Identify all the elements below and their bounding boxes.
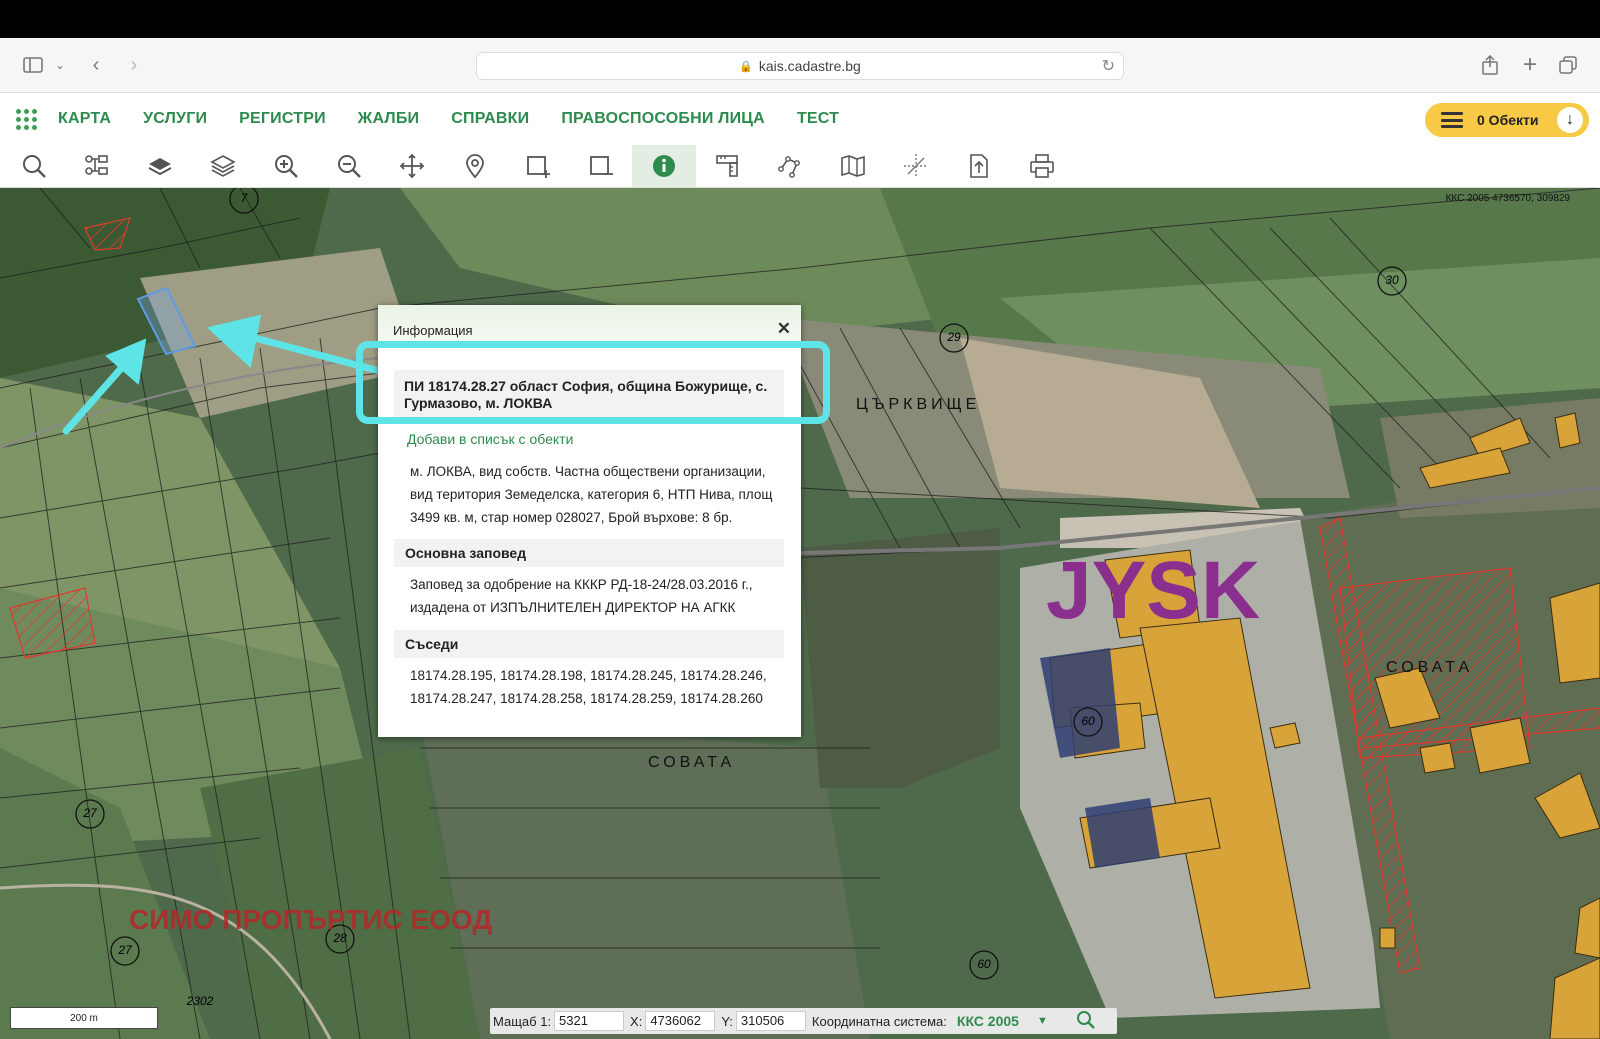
main-menu: КАРТА УСЛУГИ РЕГИСТРИ ЖАЛБИ СПРАВКИ ПРАВ… [58,93,871,145]
scale-label: Мащаб 1: [493,1013,552,1029]
x-label: X: [630,1013,643,1029]
address-bar[interactable]: 🔒 kais.cadastre.bg ↻ [476,52,1124,80]
parcel-number-60b: 60 [977,957,991,971]
menu-zhalbi[interactable]: ЖАЛБИ [358,110,419,128]
close-icon[interactable]: ✕ [777,320,791,337]
tabs-overview-icon[interactable] [1556,52,1580,78]
app-navigation: КАРТА УСЛУГИ РЕГИСТРИ ЖАЛБИ СПРАВКИ ПРАВ… [0,93,1600,145]
objects-button[interactable]: 0 Обекти ↓ [1425,103,1589,137]
print-icon[interactable] [1010,145,1074,187]
polyline-icon[interactable] [758,145,822,187]
layers-icon[interactable] [191,145,255,187]
zoom-out-icon[interactable] [317,145,381,187]
order-text: Заповед за одобрение на КККР РД-18-24/28… [410,577,753,615]
measure-icon[interactable] [695,145,759,187]
layer-single-icon[interactable] [128,145,192,187]
info-popup-header: Информация ✕ [378,305,801,341]
menu-test[interactable]: ТЕСТ [797,110,839,128]
menu-registri[interactable]: РЕГИСТРИ [239,110,326,128]
export-icon[interactable] [947,145,1011,187]
search-icon[interactable] [1076,1010,1096,1033]
zoom-in-icon[interactable] [254,145,318,187]
lock-icon: 🔒 [739,60,753,73]
add-to-objects-link[interactable]: Добави в списък с обекти [407,431,573,447]
chevron-down-icon[interactable]: ⌄ [53,52,67,78]
crosshair-icon[interactable] [884,145,948,187]
hamburger-icon [1441,112,1463,128]
y-input[interactable]: 310506 [735,1011,806,1031]
window-top-bar [0,0,1600,38]
parcel-number-2302: 2302 [186,994,214,1008]
info-icon[interactable] [632,145,696,187]
neighbors-heading: Съседи [394,630,784,658]
marker-icon[interactable] [443,145,507,187]
parcel-number-30: 30 [1385,273,1399,287]
sidebar-toggle-icon[interactable] [20,52,46,78]
status-bar: Мащаб 1: 5321 X: 4736062 Y: 310506 Коорд… [490,1008,1117,1034]
map-label-sovata-center: СОВАТА [648,754,736,771]
cursor-coordinates: ККС 2005 4736570, 309829 [1445,193,1570,204]
objects-label: 0 Обекти [1477,112,1539,128]
menu-uslugi[interactable]: УСЛУГИ [143,110,207,128]
map-label-sovata-right: СОВАТА [1386,659,1474,676]
url-text: kais.cadastre.bg [758,58,861,74]
menu-karta[interactable]: КАРТА [58,110,111,128]
menu-pravosposobni-litsa[interactable]: ПРАВОСПОСОБНИ ЛИЦА [561,110,765,128]
map-label-simo: СИМО ПРОПЪРТИС ЕООД [129,904,493,935]
reload-icon[interactable]: ↻ [1102,56,1115,76]
coordinate-system-label: Координатна система: [811,1013,947,1029]
highlight-annotation [356,341,830,424]
y-label: Y: [721,1013,733,1029]
parcel-number-28: 28 [333,931,347,945]
share-icon[interactable] [1478,52,1502,78]
parcel-number-27b: 27 [118,943,132,957]
coordinate-system-select[interactable]: ККС 2005 [957,1013,1019,1029]
map-label-jysk: JYSK [1046,545,1261,636]
info-popup-title: Информация [393,323,473,338]
browser-toolbar: ⌄ ‹ › 🔒 kais.cadastre.bg ↻ + [0,38,1600,93]
map-label-tsarkvishte: ЦЪРКВИЩЕ [856,396,981,413]
order-heading: Основна заповед [394,539,784,567]
apps-grid-icon[interactable] [16,109,38,131]
search-tool-icon[interactable] [2,145,66,187]
download-arrow-icon[interactable]: ↓ [1557,107,1583,133]
select-remove-icon[interactable] [569,145,633,187]
forward-icon[interactable]: › [124,52,144,78]
scale-input[interactable]: 5321 [554,1011,625,1031]
map-toolbar [0,145,1600,188]
chevron-down-icon[interactable]: ▼ [1037,1015,1048,1027]
tree-tool-icon[interactable] [65,145,129,187]
parcel-number-60a: 60 [1081,714,1095,728]
new-tab-icon[interactable]: + [1518,51,1542,78]
back-icon[interactable]: ‹ [86,52,106,78]
parcel-number-7: 7 [240,191,248,205]
menu-spravki[interactable]: СПРАВКИ [451,110,529,128]
neighbors-text: 18174.28.195, 18174.28.198, 18174.28.245… [410,668,767,706]
parcel-number-29: 29 [947,330,961,344]
scale-bar: 200 m [10,1007,158,1029]
pan-icon[interactable] [380,145,444,187]
parcel-description: м. ЛОКВА, вид собств. Частна обществени … [410,464,773,525]
parcel-number-27a: 27 [83,806,97,820]
x-input[interactable]: 4736062 [645,1011,716,1031]
select-add-icon[interactable] [506,145,570,187]
map-book-icon[interactable] [821,145,885,187]
